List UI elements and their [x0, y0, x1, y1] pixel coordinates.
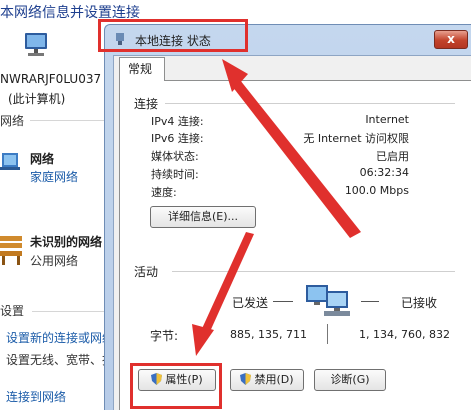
details-button[interactable]: 详细信息(E)... — [150, 206, 256, 228]
public-network-label: 公用网络 — [30, 254, 79, 268]
received-dash — [361, 301, 379, 302]
bytes-sent-value: 885, 135, 711 — [230, 328, 307, 341]
section-network-label: 网络 — [0, 114, 25, 128]
close-button[interactable]: x — [434, 30, 468, 49]
sent-dash — [273, 301, 293, 302]
sent-label: 已发送 — [232, 296, 269, 310]
highlight-box-title — [98, 19, 248, 52]
section-divider — [32, 311, 104, 312]
duration-label: 持续时间: — [151, 168, 199, 181]
network-name: 网络 — [30, 152, 55, 166]
diagnose-button[interactable]: 诊断(G) — [314, 369, 386, 391]
connect-to-network-link[interactable]: 连接到网络 — [6, 388, 66, 405]
activity-group-title: 活动 — [134, 263, 165, 280]
bytes-received-value: 1, 134, 760, 832 — [359, 328, 450, 341]
bytes-label: 字节: — [150, 329, 179, 343]
duration-value: 06:32:34 — [359, 166, 409, 179]
speed-value: 100.0 Mbps — [344, 184, 409, 197]
unidentified-network-name: 未识别的网络 — [30, 235, 103, 249]
tab-general[interactable]: 常规 — [119, 57, 165, 81]
computer-subtitle: (此计算机) — [8, 92, 66, 106]
activity-separator — [327, 324, 328, 344]
ipv4-value: Internet — [365, 113, 409, 126]
setup-wireless-text[interactable]: 设置无线、宽带、拨 — [6, 351, 114, 368]
disable-button[interactable]: 禁用(D) — [230, 369, 304, 391]
connection-group-title: 连接 — [134, 95, 165, 112]
group-divider — [172, 271, 455, 272]
ipv6-label: IPv6 连接: — [151, 132, 204, 145]
group-divider — [165, 103, 455, 104]
media-state-label: 媒体状态: — [151, 150, 199, 163]
bench-icon — [0, 236, 22, 265]
network-activity-icon — [306, 285, 350, 316]
section-settings-label: 设置 — [0, 304, 25, 318]
setup-new-connection-link[interactable]: 设置新的连接或网络 — [6, 329, 114, 346]
home-network-icon — [0, 153, 20, 170]
section-divider — [30, 120, 104, 121]
received-label: 已接收 — [401, 296, 438, 310]
media-state-value: 已启用 — [376, 150, 409, 163]
disable-button-label: 禁用(D) — [254, 373, 294, 386]
computer-name: NWRARJF0LU037 — [0, 72, 102, 86]
uac-shield-icon — [240, 373, 252, 385]
ipv4-label: IPv4 连接: — [151, 115, 204, 128]
highlight-box-properties — [130, 363, 222, 409]
ipv6-value: 无 Internet 访问权限 — [303, 132, 409, 145]
speed-label: 速度: — [151, 186, 177, 199]
home-network-link[interactable]: 家庭网络 — [30, 168, 78, 185]
computer-icon — [25, 33, 47, 56]
